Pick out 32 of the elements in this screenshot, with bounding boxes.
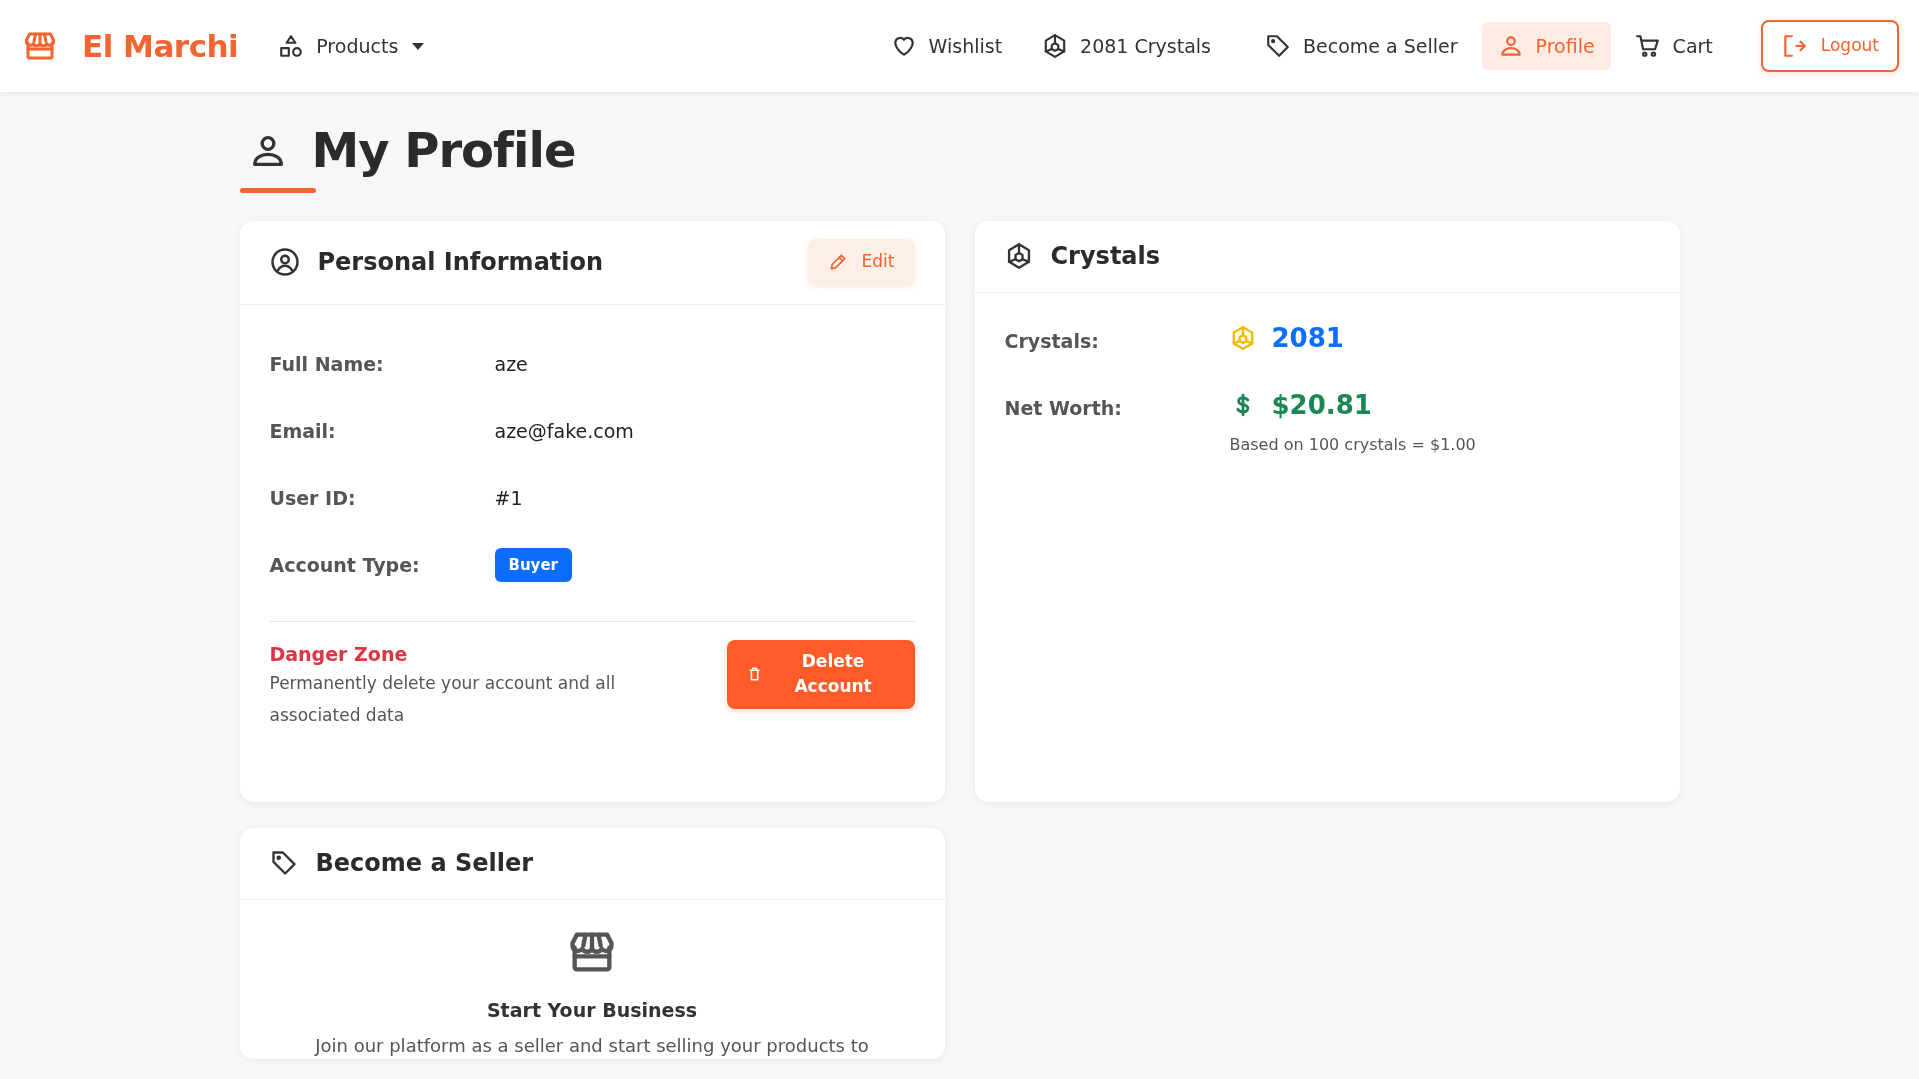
section-description: Join our platform as a seller and start selling your products to xyxy=(315,1034,869,1059)
field-label: Account Type: xyxy=(269,552,421,578)
account-type-badge: Buyer xyxy=(494,547,572,583)
card-title: Crystals xyxy=(1050,241,1161,273)
field-value: #1 xyxy=(494,485,523,511)
field-label: User ID: xyxy=(269,485,357,511)
shapes-icon xyxy=(278,33,305,59)
nav-link[interactable]: 2081 Crystals xyxy=(1026,21,1227,71)
card-title: Become a Seller xyxy=(315,848,534,880)
net-worth-value: $20.81 xyxy=(1271,388,1372,422)
tag-icon xyxy=(1265,33,1291,59)
conversion-note: Based on 100 crystals = $1.00 xyxy=(1229,433,1476,456)
field-value: aze@fake.com xyxy=(494,418,634,444)
tag-icon xyxy=(269,849,298,878)
section-heading: Start Your Business xyxy=(486,997,698,1023)
cart-icon xyxy=(1634,33,1661,59)
nav-link[interactable]: Become a Seller xyxy=(1249,21,1474,71)
danger-zone-description: Permanently delete your account and all associated data xyxy=(269,672,617,727)
field-label: Full Name: xyxy=(269,351,385,377)
page-title: My Profile xyxy=(311,122,576,180)
user-circle-icon xyxy=(269,247,300,278)
crystal-count: 2081 xyxy=(1271,321,1344,355)
field-label: Crystals: xyxy=(1004,328,1100,354)
nav-link[interactable]: Cart xyxy=(1618,21,1729,71)
caret-icon xyxy=(412,42,425,50)
field-value: aze xyxy=(494,351,528,377)
field-label: Net Worth: xyxy=(1004,395,1123,421)
field-label: Email: xyxy=(269,418,337,444)
products-menu[interactable]: Products xyxy=(262,21,441,71)
nav-link[interactable]: Wishlist xyxy=(874,21,1019,71)
card-title: Personal Information xyxy=(317,247,604,279)
danger-zone-title: Danger Zone xyxy=(269,641,409,667)
